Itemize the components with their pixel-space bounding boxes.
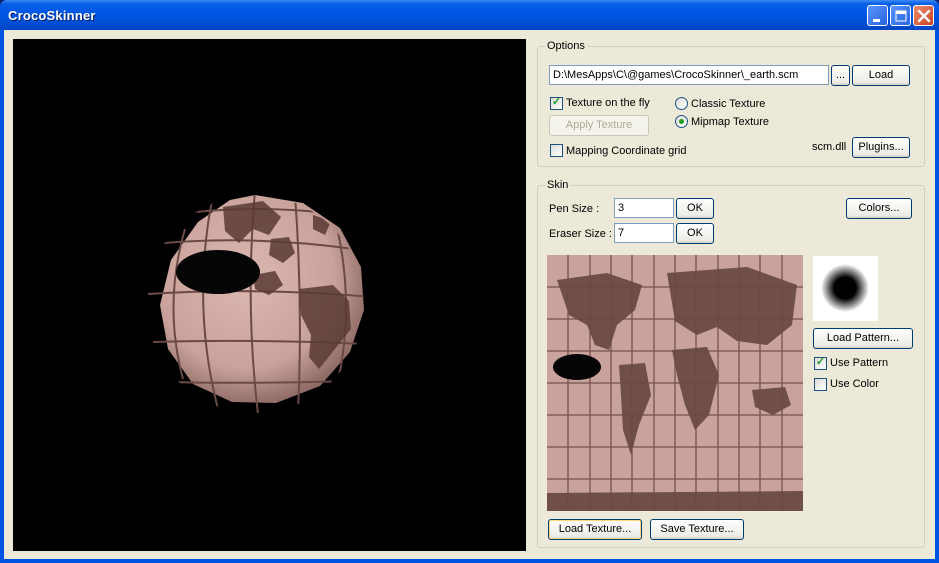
- eraser-size-ok-button[interactable]: OK: [676, 223, 714, 244]
- colors-button[interactable]: Colors...: [846, 198, 912, 219]
- eraser-size-label: Eraser Size :: [549, 228, 612, 240]
- save-texture-button[interactable]: Save Texture...: [650, 519, 744, 540]
- mapping-grid-label: Mapping Coordinate grid: [566, 145, 687, 157]
- title-bar[interactable]: CrocoSkinner: [0, 0, 939, 30]
- use-pattern-checkbox[interactable]: ✓: [814, 356, 827, 370]
- options-group-label: Options: [545, 40, 587, 52]
- checkmark-icon: ✓: [551, 96, 562, 108]
- classic-texture-radio[interactable]: [675, 97, 688, 110]
- load-button[interactable]: Load: [852, 65, 910, 86]
- pattern-preview: [813, 256, 878, 321]
- mipmap-texture-label: Mipmap Texture: [691, 116, 770, 128]
- apply-texture-button[interactable]: Apply Texture: [549, 115, 649, 136]
- plugins-button[interactable]: Plugins...: [852, 137, 910, 158]
- app-window: CrocoSkinner Options D:\MesApps\C\@games…: [0, 0, 939, 563]
- mapping-grid-checkbox[interactable]: [550, 144, 563, 157]
- brush-pattern-image: [821, 264, 869, 312]
- pen-size-ok-button[interactable]: OK: [676, 198, 714, 219]
- 3d-viewport[interactable]: [13, 39, 526, 551]
- pen-size-label: Pen Size :: [549, 203, 600, 215]
- minimize-icon: [873, 19, 880, 22]
- browse-button[interactable]: ...: [831, 65, 850, 86]
- maximize-button[interactable]: [890, 5, 911, 26]
- maximize-icon: [895, 10, 907, 22]
- close-button[interactable]: [913, 5, 934, 26]
- minimize-button[interactable]: [867, 5, 888, 26]
- client-area: Options D:\MesApps\C\@games\CrocoSkinner…: [4, 30, 935, 559]
- checkmark-icon: ✓: [815, 356, 826, 368]
- close-icon: [917, 9, 931, 23]
- eraser-size-input[interactable]: 7: [614, 223, 674, 243]
- skin-group-label: Skin: [545, 179, 571, 191]
- use-color-label: Use Color: [830, 378, 879, 390]
- texture-canvas[interactable]: [547, 255, 803, 511]
- file-path-input[interactable]: D:\MesApps\C\@games\CrocoSkinner\_earth.…: [549, 65, 829, 85]
- use-pattern-label: Use Pattern: [830, 357, 889, 369]
- mipmap-texture-radio[interactable]: [675, 115, 688, 128]
- pen-size-input[interactable]: 3: [614, 198, 674, 218]
- load-pattern-button[interactable]: Load Pattern...: [813, 328, 913, 349]
- texture-on-fly-checkbox[interactable]: ✓: [550, 96, 563, 110]
- plugin-name: scm.dll: [812, 141, 847, 153]
- globe-render: [147, 195, 364, 413]
- use-color-checkbox[interactable]: [814, 378, 827, 391]
- window-title: CrocoSkinner: [8, 8, 96, 23]
- texture-map: [547, 255, 803, 511]
- texture-on-fly-label: Texture on the fly: [566, 97, 650, 109]
- classic-texture-label: Classic Texture: [691, 98, 766, 110]
- load-texture-button[interactable]: Load Texture...: [548, 519, 642, 540]
- radio-dot-icon: [679, 119, 684, 124]
